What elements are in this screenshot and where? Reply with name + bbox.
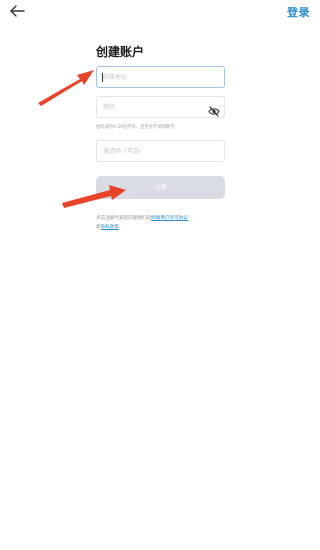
top-bar: 登录 [0, 0, 320, 24]
eye-off-icon [208, 106, 220, 117]
terms-notice: 点击注册代表您同意我们的终端用户许可协议 和隐私政策 [96, 214, 231, 232]
privacy-policy-link[interactable]: 隐私政策 [101, 225, 119, 230]
invite-code-input[interactable] [101, 141, 203, 161]
back-button[interactable] [8, 3, 28, 19]
toggle-password-visibility-button[interactable] [208, 102, 220, 117]
user-agreement-link[interactable]: 终端用户许可协议 [151, 216, 188, 221]
arrow-left-icon [10, 5, 25, 17]
page-title: 创建账户 [96, 45, 145, 59]
password-hint: 密码须为6-20位字符，且包含字母和数字 [96, 125, 175, 130]
annotation-arrow-icon [38, 70, 94, 106]
password-input[interactable] [101, 97, 203, 117]
email-input[interactable] [101, 67, 203, 87]
login-link[interactable]: 登录 [287, 4, 310, 20]
email-field-container [96, 66, 225, 88]
annotation-arrow-icon [62, 185, 126, 208]
invite-field-container [96, 140, 225, 162]
password-field-container [96, 96, 225, 118]
terms-prefix: 点击注册代表您同意我们的 [96, 216, 152, 221]
